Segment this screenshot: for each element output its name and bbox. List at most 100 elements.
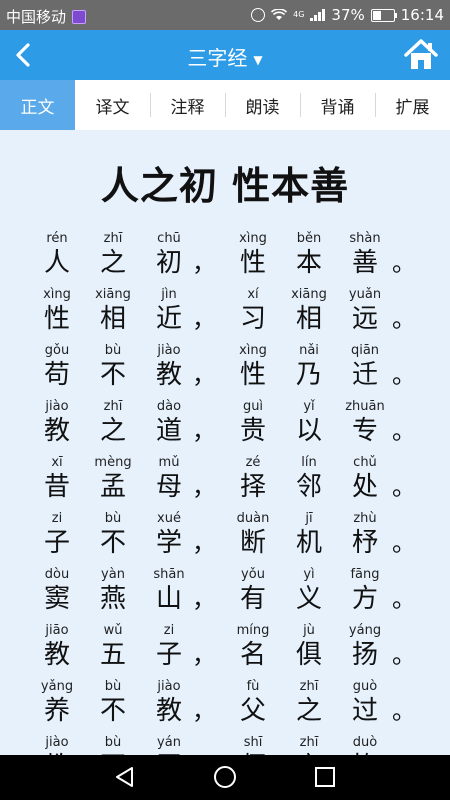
char-cell[interactable]: duàn 断 bbox=[228, 510, 278, 558]
char-cell[interactable]: dòu 窦 bbox=[32, 566, 82, 614]
char-cell[interactable]: xìng 性 bbox=[32, 286, 82, 334]
pinyin: bù bbox=[104, 511, 122, 526]
status-bar: 中国移动 4G 37% 16:14 bbox=[0, 0, 450, 30]
char-cell[interactable]: yǒu 有 bbox=[228, 566, 278, 614]
char-cell[interactable]: xiāng 相 bbox=[88, 286, 138, 334]
tab-label: 译文 bbox=[95, 97, 130, 118]
char-cell[interactable]: běn 本 bbox=[284, 230, 334, 278]
pinyin: qiān bbox=[350, 343, 380, 358]
char-cell[interactable]: fāng 方 bbox=[340, 566, 390, 614]
char-cell[interactable]: jiào教 bbox=[32, 734, 82, 755]
char-cell[interactable]: zé 择 bbox=[228, 454, 278, 502]
char-cell[interactable]: yáng 扬 bbox=[340, 622, 390, 670]
tab-translation[interactable]: 译文 bbox=[75, 80, 150, 130]
char-cell[interactable]: zhī之 bbox=[88, 230, 138, 278]
pinyin: rén bbox=[46, 231, 68, 246]
hanzi: 之 bbox=[295, 696, 322, 726]
char-cell[interactable]: zhī之 bbox=[88, 398, 138, 446]
char-cell[interactable]: rén 人 bbox=[32, 230, 82, 278]
hanzi: 教 bbox=[43, 416, 70, 446]
hanzi: 相 bbox=[99, 304, 126, 334]
hanzi: 性 bbox=[43, 304, 70, 334]
char-cell[interactable]: guì 贵 bbox=[228, 398, 278, 446]
comma: ， bbox=[192, 529, 216, 557]
square-recents-icon[interactable] bbox=[312, 764, 338, 790]
char-cell[interactable]: zhī之 bbox=[284, 734, 334, 755]
char-cell[interactable]: xiāng 相 bbox=[284, 286, 334, 334]
pinyin: zi bbox=[51, 511, 63, 526]
circle-home-icon[interactable] bbox=[212, 764, 238, 790]
char-cell[interactable]: xī 昔 bbox=[32, 454, 82, 502]
pinyin: yì bbox=[303, 567, 315, 582]
hanzi: 专 bbox=[351, 416, 378, 446]
char-cell[interactable]: mèng 孟 bbox=[88, 454, 138, 502]
tab-recite[interactable]: 背诵 bbox=[300, 80, 375, 130]
char-cell[interactable]: bù不 bbox=[88, 678, 138, 726]
char-cell[interactable]: fù 父 bbox=[228, 678, 278, 726]
char-cell[interactable]: jiāo 教 bbox=[32, 622, 82, 670]
pinyin: chū bbox=[157, 231, 181, 246]
triangle-back-icon[interactable] bbox=[112, 764, 138, 790]
char-cell[interactable]: yǎng 养 bbox=[32, 678, 82, 726]
hanzi: 迁 bbox=[351, 360, 378, 390]
pinyin: xiāng bbox=[95, 287, 131, 302]
char-cell[interactable]: jù 俱 bbox=[284, 622, 334, 670]
app-bar: 三字经 ▼ bbox=[0, 30, 450, 80]
tab-extension[interactable]: 扩展 bbox=[375, 80, 450, 130]
pinyin: zhī bbox=[103, 231, 123, 246]
hanzi: 人 bbox=[43, 248, 70, 278]
full-stop: 。 bbox=[392, 697, 416, 725]
char-cell[interactable]: zhù 杼 bbox=[340, 510, 390, 558]
char-cell[interactable]: yàn 燕 bbox=[88, 566, 138, 614]
battery-icon bbox=[370, 8, 397, 22]
char-cell[interactable]: lín 邻 bbox=[284, 454, 334, 502]
tab-reading[interactable]: 朗读 bbox=[225, 80, 300, 130]
char-cell[interactable]: duò惰 bbox=[340, 734, 390, 755]
char-cell[interactable]: yì 义 bbox=[284, 566, 334, 614]
char-cell[interactable]: wǔ 五 bbox=[88, 622, 138, 670]
pinyin: míng bbox=[236, 623, 270, 638]
tab-bar: 正文 译文 注释 朗读 背诵 扩展 bbox=[0, 80, 450, 131]
char-cell[interactable]: bù不 bbox=[88, 734, 138, 755]
tab-notes[interactable]: 注释 bbox=[150, 80, 225, 130]
char-cell[interactable]: gǒu 苟 bbox=[32, 342, 82, 390]
hanzi: 五 bbox=[99, 640, 126, 670]
char-cell[interactable]: zi 子 bbox=[32, 510, 82, 558]
pinyin: fāng bbox=[350, 567, 380, 582]
tab-main-text[interactable]: 正文 bbox=[0, 80, 75, 130]
char-cell[interactable]: bù不 bbox=[88, 510, 138, 558]
home-icon[interactable] bbox=[402, 36, 440, 74]
char-cell[interactable]: xí 习 bbox=[228, 286, 278, 334]
char-cell[interactable]: chǔ 处 bbox=[340, 454, 390, 502]
char-cell[interactable]: xìng 性 bbox=[228, 342, 278, 390]
char-cell[interactable]: yuǎn 远 bbox=[340, 286, 390, 334]
text-content[interactable]: 人之初 性本善 rén 人 zhī 之 chū 初 xìng 性 běn 本 shàn 善，。 xìng… bbox=[0, 130, 450, 755]
pinyin: dòu bbox=[44, 567, 70, 582]
char-cell[interactable]: zhuān 专 bbox=[340, 398, 390, 446]
pinyin: zhù bbox=[353, 511, 377, 526]
char-cell[interactable]: shī师 bbox=[228, 734, 278, 755]
char-cell[interactable]: qiān 迁 bbox=[340, 342, 390, 390]
pinyin: zé bbox=[245, 455, 261, 470]
char-cell[interactable]: míng 名 bbox=[228, 622, 278, 670]
char-cell[interactable]: jī 机 bbox=[284, 510, 334, 558]
hanzi: 性 bbox=[239, 360, 266, 390]
hanzi: 苟 bbox=[43, 360, 70, 390]
alarm-icon bbox=[251, 8, 266, 22]
comma: ， bbox=[192, 697, 216, 725]
pinyin: zhuān bbox=[345, 399, 385, 414]
hanzi: 子 bbox=[43, 528, 70, 558]
char-cell[interactable]: shàn 善 bbox=[340, 230, 390, 278]
char-cell[interactable]: yǐ 以 bbox=[284, 398, 334, 446]
hanzi: 燕 bbox=[99, 584, 126, 614]
pinyin: xí bbox=[247, 287, 259, 302]
tab-label: 注释 bbox=[170, 97, 205, 118]
pinyin: jī bbox=[305, 511, 313, 526]
title-dropdown[interactable]: 三字经 ▼ bbox=[0, 42, 450, 71]
char-cell[interactable]: bù不 bbox=[88, 342, 138, 390]
char-cell[interactable]: zhī之 bbox=[284, 678, 334, 726]
char-cell[interactable]: nǎi 乃 bbox=[284, 342, 334, 390]
char-cell[interactable]: jiào教 bbox=[32, 398, 82, 446]
char-cell[interactable]: guò 过 bbox=[340, 678, 390, 726]
char-cell[interactable]: xìng 性 bbox=[228, 230, 278, 278]
